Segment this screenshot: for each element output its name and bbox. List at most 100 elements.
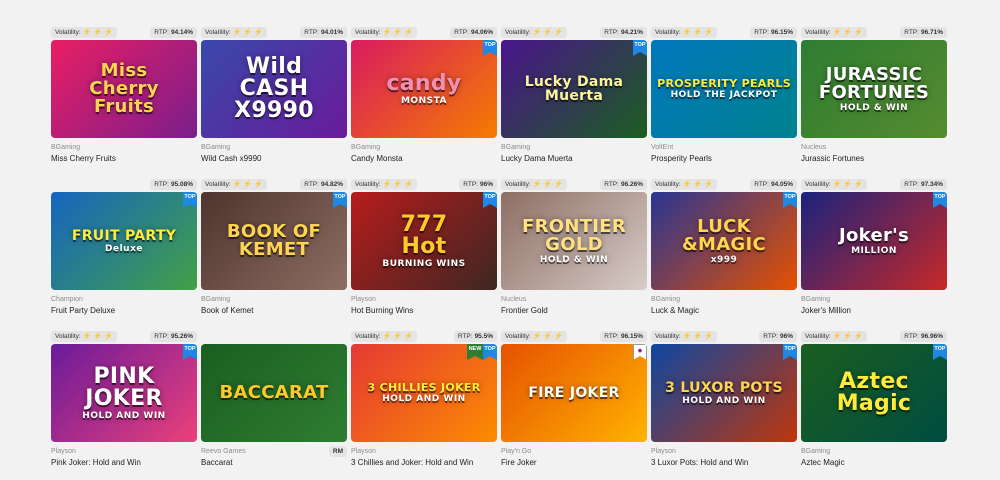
lightning-icon: ⚡	[232, 28, 242, 36]
game-card[interactable]: Volatility: ⚡ ⚡ ⚡ RTP: 94.21% Lucky Dama Muert…	[501, 24, 647, 176]
game-meta-row: Volatility: ⚡ ⚡ ⚡ RTP: 96.15%	[501, 328, 647, 344]
game-provider-row: BGaming	[51, 143, 197, 152]
game-provider-row: BGaming	[201, 295, 347, 304]
lightning-icon: ⚡	[104, 332, 113, 340]
game-name[interactable]: Luck & Magic	[651, 306, 797, 316]
lightning-icon: ⚡	[693, 332, 703, 340]
game-thumbnail[interactable]: 3 LUXOR POTS HOLD AND WIN TOP	[651, 344, 797, 442]
game-thumbnail[interactable]: FIRE JOKER ◆	[501, 344, 647, 442]
game-thumbnail[interactable]: JURASSIC FORTUNES HOLD & WIN	[801, 40, 947, 138]
game-name[interactable]: Book of Kemet	[201, 306, 347, 316]
game-art-subtitle: HOLD & WIN	[539, 254, 609, 265]
game-meta-row: Volatility: ⚡ ⚡ ⚡ RTP: 94.82%	[201, 176, 347, 192]
game-card[interactable]: Volatility: ⚡ ⚡ ⚡ RTP: 96.26% FRONTIER GOLD HOL…	[501, 176, 647, 328]
game-name[interactable]: Wild Cash x9990	[201, 154, 347, 164]
rtp-value: 96.15%	[770, 28, 793, 36]
lightning-icon: ⚡	[543, 28, 553, 36]
game-name[interactable]: Lucky Dama Muerta	[501, 154, 647, 164]
game-card[interactable]: Volatility: ⚡ ⚡ ⚡ RTP: 96% 3 LUXOR POTS HOLD A…	[651, 328, 797, 480]
game-thumbnail[interactable]: FRUIT PARTY Deluxe TOP	[51, 192, 197, 290]
game-name[interactable]: Fire Joker	[501, 458, 647, 468]
game-art-line: Fruits	[93, 96, 155, 117]
game-name[interactable]: Pink Joker: Hold and Win	[51, 458, 197, 468]
game-name[interactable]: 3 Luxor Pots: Hold and Win	[651, 458, 797, 468]
game-name[interactable]: Baccarat	[201, 458, 347, 468]
game-art-line: Magic	[836, 391, 912, 416]
game-card[interactable]: Volatility: ⚡ ⚡ ⚡ RTP: 96.15% PROSPERITY PEAR…	[651, 24, 797, 176]
game-provider-row: BGaming	[651, 295, 797, 304]
game-thumbnail[interactable]: LUCK &MAGIC x999 TOP	[651, 192, 797, 290]
game-provider: BGaming	[801, 296, 831, 303]
rtp-badge: RTP: 95.26%	[150, 330, 197, 342]
game-provider-row: Playson	[651, 447, 797, 456]
game-card[interactable]: Volatility: ⚡ ⚡ ⚡ RTP: 96.71% JURASSIC FORTUNE…	[801, 24, 947, 176]
game-card[interactable]: RTP: 95.08% FRUIT PARTY Deluxe TOP Champion F…	[51, 176, 197, 328]
game-provider-row: Nucleus	[801, 143, 947, 152]
rtp-value: 94.82%	[320, 180, 343, 188]
game-card[interactable]: Volatility: ⚡ ⚡ ⚡ RTP: 95.26% PINK JOKER HOLD A…	[51, 328, 197, 480]
volatility-badge: Volatility: ⚡ ⚡ ⚡	[651, 178, 717, 190]
game-card[interactable]: Volatility: ⚡ ⚡ ⚡ RTP: 94.82% BOOK OF KEMET TOP…	[201, 176, 347, 328]
game-meta-row: Volatility: ⚡ ⚡ ⚡ RTP: 96.26%	[501, 176, 647, 192]
rtp-label: RTP:	[457, 332, 473, 340]
game-thumbnail[interactable]: PROSPERITY PEARLS HOLD THE JACKPOT	[651, 40, 797, 138]
game-name[interactable]: Prosperity Pearls	[651, 154, 797, 164]
game-thumbnail[interactable]: BOOK OF KEMET TOP	[201, 192, 347, 290]
game-art-line: Aztec	[839, 369, 909, 394]
game-thumbnail[interactable]: Wild CASH X9990	[201, 40, 347, 138]
game-name[interactable]: Aztec Magic	[801, 458, 947, 468]
game-card[interactable]: Volatility: ⚡ ⚡ ⚡ RTP: 94.06% candy MONSTA TOP B…	[351, 24, 497, 176]
rtp-badge: RTP: 94.14%	[150, 26, 197, 38]
game-meta-row: Volatility: ⚡ ⚡ ⚡ RTP: 96%	[351, 176, 497, 192]
game-thumbnail[interactable]: Lucky Dama Muerta TOP	[501, 40, 647, 138]
game-card[interactable]: Volatility: ⚡ ⚡ ⚡ RTP: 96.96% Aztec Magic TOP BG…	[801, 328, 947, 480]
rtp-label: RTP:	[154, 28, 169, 36]
game-thumbnail[interactable]: Aztec Magic TOP	[801, 344, 947, 442]
volatility-badge: Volatility: ⚡ ⚡ ⚡	[651, 26, 717, 38]
rtp-value: 94.01%	[320, 28, 343, 36]
game-thumbnail[interactable]: 3 CHILLIES JOKER HOLD AND WIN NEW TOP	[351, 344, 497, 442]
game-name[interactable]: Joker's Million	[801, 306, 947, 316]
lightning-icon: ⚡	[682, 28, 692, 36]
game-name[interactable]: Fruit Party Deluxe	[51, 306, 197, 316]
game-card[interactable]: Volatility: ⚡ ⚡ ⚡ RTP: 94.01% Wild CASH X9990 BG…	[201, 24, 347, 176]
game-name[interactable]: Frontier Gold	[501, 306, 647, 316]
volatility-label: Volatility:	[655, 332, 681, 340]
game-card[interactable]: Volatility: ⚡ ⚡ ⚡ RTP: 95.5% 3 CHILLIES JOKER…	[351, 328, 497, 480]
game-thumbnail[interactable]: Joker's MILLION TOP	[801, 192, 947, 290]
rtp-label: RTP:	[463, 180, 478, 188]
game-card[interactable]: Volatility: ⚡ ⚡ ⚡ RTP: 96% 777 Hot BURNING WINS…	[351, 176, 497, 328]
game-art-subtitle: HOLD AND WIN	[682, 395, 766, 406]
game-name[interactable]: 3 Chillies and Joker: Hold and Win	[351, 458, 497, 468]
game-card[interactable]: Volatility: ⚡ ⚡ ⚡ RTP: 94.14% Miss Cherry Fruit…	[51, 24, 197, 176]
game-thumbnail[interactable]: candy MONSTA TOP	[351, 40, 497, 138]
game-art-line: Wild	[245, 54, 303, 79]
lightning-icon: ⚡	[843, 28, 853, 36]
game-art-subtitle: MONSTA	[400, 95, 447, 106]
games-grid: Volatility: ⚡ ⚡ ⚡ RTP: 94.14% Miss Cherry Fruit…	[51, 24, 947, 480]
game-name[interactable]: Hot Burning Wins	[351, 306, 497, 316]
lightning-icon: ⚡	[93, 332, 103, 340]
game-card[interactable]: BACCARAT Reevo Games RM Baccarat	[201, 328, 347, 480]
game-thumbnail[interactable]: Miss Cherry Fruits	[51, 40, 197, 138]
rtp-badge: RTP: 96.96%	[900, 330, 947, 342]
game-card[interactable]: Volatility: ⚡ ⚡ ⚡ RTP: 97.34% Joker's MILLION T…	[801, 176, 947, 328]
top-badge: TOP	[933, 344, 947, 360]
rtp-label: RTP:	[304, 28, 319, 36]
game-name[interactable]: Candy Monsta	[351, 154, 497, 164]
game-name[interactable]: Miss Cherry Fruits	[51, 154, 197, 164]
game-art-line: PINK	[93, 363, 155, 389]
game-thumbnail[interactable]: PINK JOKER HOLD AND WIN TOP	[51, 344, 197, 442]
game-thumbnail[interactable]: FRONTIER GOLD HOLD & WIN	[501, 192, 647, 290]
volatility-label: Volatility:	[655, 180, 681, 188]
game-art-title: Miss Cherry Fruits	[83, 62, 165, 116]
game-card[interactable]: Volatility: ⚡ ⚡ ⚡ RTP: 94.05% LUCK &MAGIC x999 T…	[651, 176, 797, 328]
lightning-icon: ⚡	[543, 332, 553, 340]
game-art-line: JOKER	[85, 385, 163, 411]
game-card[interactable]: Volatility: ⚡ ⚡ ⚡ RTP: 96.15% FIRE JOKER ◆ Play…	[501, 328, 647, 480]
game-thumbnail[interactable]: BACCARAT	[201, 344, 347, 442]
lightning-icon: ⚡	[843, 180, 853, 188]
volatility-label: Volatility:	[355, 28, 381, 36]
game-thumbnail[interactable]: 777 Hot BURNING WINS TOP	[351, 192, 497, 290]
game-name[interactable]: Jurassic Fortunes	[801, 154, 947, 164]
